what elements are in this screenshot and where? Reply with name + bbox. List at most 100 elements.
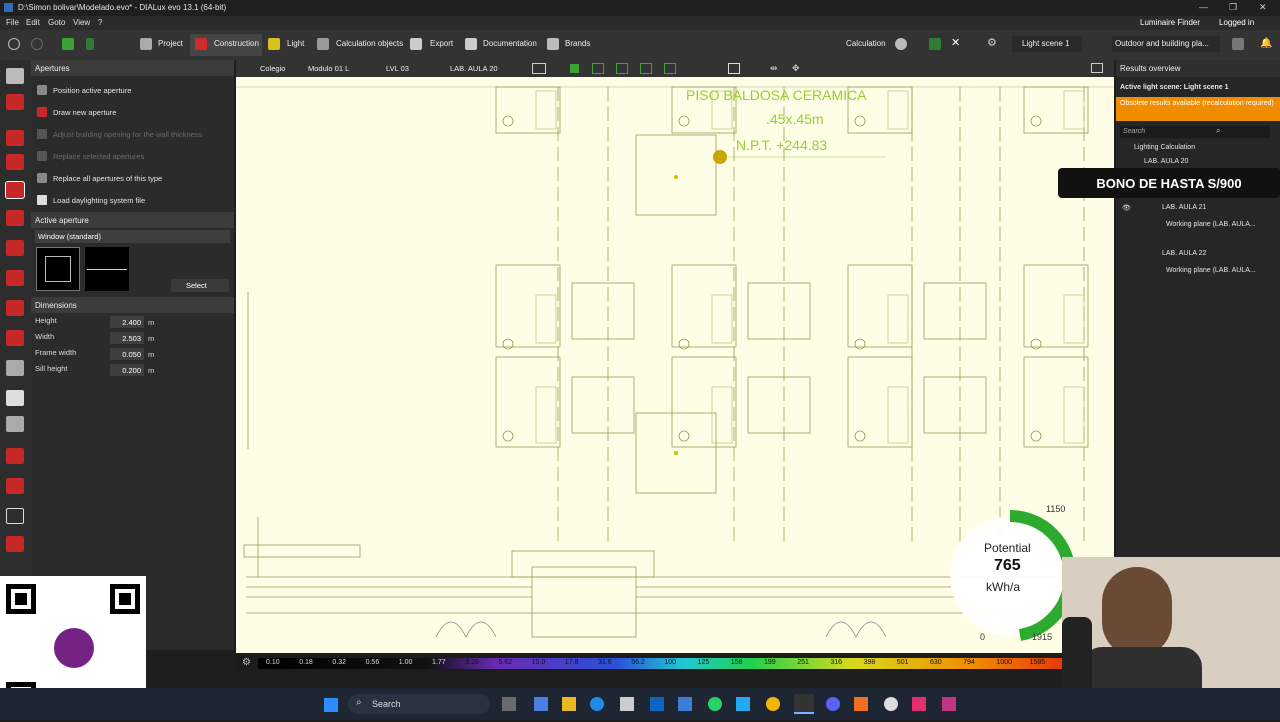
tool-icon-14[interactable] <box>6 448 24 464</box>
calc-mode-icon[interactable] <box>895 38 907 50</box>
gear-icon[interactable]: ⚙ <box>987 36 999 49</box>
frame-width-input[interactable]: 0.050 <box>110 348 144 360</box>
view-icon-1[interactable] <box>570 64 579 73</box>
draw-new-aperture[interactable]: Draw new aperture <box>35 104 116 120</box>
tool-icon-17[interactable] <box>6 536 24 552</box>
menu-file[interactable]: File <box>6 18 19 27</box>
tab-light[interactable]: Light <box>287 39 304 48</box>
tool-icon-10[interactable] <box>6 330 24 346</box>
lighting-calc-label[interactable]: Lighting Calculation <box>1134 144 1195 151</box>
result-row-aula22[interactable]: LAB. AULA 22 <box>1162 250 1206 257</box>
tab-construction[interactable]: Construction <box>214 39 259 48</box>
aperture-tool-icon[interactable] <box>5 181 25 199</box>
outdoor-dropdown[interactable]: Outdoor and building pla... <box>1115 39 1209 48</box>
level-breadcrumb[interactable]: LVL 03 <box>386 64 409 73</box>
colorbar-settings-icon[interactable]: ⚙ <box>242 657 251 668</box>
tool-icon-4[interactable] <box>6 154 24 170</box>
light-scene-dropdown[interactable]: Light scene 1 <box>1022 39 1070 48</box>
calculation-label[interactable]: Calculation <box>846 39 886 48</box>
back-icon[interactable] <box>8 38 20 50</box>
search-icon[interactable]: ⌕ <box>1216 126 1220 136</box>
height-input[interactable]: 2.400 <box>110 316 144 328</box>
tool-icon-16[interactable] <box>6 508 24 524</box>
app-icon-15[interactable] <box>912 697 926 711</box>
result-row-aula21[interactable]: LAB. AULA 21 <box>1162 204 1206 211</box>
menu-edit[interactable]: Edit <box>26 18 40 27</box>
app-icon-14[interactable] <box>884 697 898 711</box>
tool-icon-13[interactable] <box>6 416 24 432</box>
zoom-fit-icon[interactable] <box>728 63 740 74</box>
start-calc-icon[interactable] <box>929 38 941 50</box>
taskbar-search[interactable]: ⌕ Search <box>348 694 490 714</box>
eye-icon[interactable]: 👁 <box>1122 204 1131 212</box>
tool-icon-12[interactable] <box>6 390 24 406</box>
load-daylighting-file[interactable]: Load daylighting system file <box>35 192 145 208</box>
vscode-icon[interactable] <box>736 697 750 711</box>
undo-icon[interactable] <box>86 38 94 50</box>
tab-calculation-objects[interactable]: Calculation objects <box>336 39 403 48</box>
app-icon-16[interactable] <box>942 697 956 711</box>
logged-in-label[interactable]: Logged in <box>1219 18 1254 27</box>
measure-icon[interactable]: ⇹ <box>770 63 784 74</box>
view-toggle-icon[interactable] <box>1232 38 1244 50</box>
room-breadcrumb[interactable]: LAB. AULA 20 <box>450 64 498 73</box>
menu-help[interactable]: ? <box>98 18 102 27</box>
module-breadcrumb[interactable]: Modulo 01 L <box>308 64 349 73</box>
tool-icon-7[interactable] <box>6 240 24 256</box>
file-explorer-icon[interactable] <box>562 697 576 711</box>
tab-documentation[interactable]: Documentation <box>483 39 537 48</box>
tab-brands[interactable]: Brands <box>565 39 590 48</box>
view-icon-3[interactable] <box>616 63 628 74</box>
tool-icon-8[interactable] <box>6 270 24 286</box>
menu-goto[interactable]: Goto <box>48 18 65 27</box>
app-icon-7[interactable] <box>678 697 692 711</box>
width-input[interactable]: 2.503 <box>110 332 144 344</box>
replace-all-apertures[interactable]: Replace all apertures of this type <box>35 170 162 186</box>
windows-start-icon[interactable] <box>324 698 338 712</box>
tool-icon-6[interactable] <box>6 210 24 226</box>
view-icon-2[interactable] <box>592 63 604 74</box>
dialux-task-icon[interactable] <box>794 694 814 714</box>
app-icon-13[interactable] <box>854 697 868 711</box>
tool-icon-2[interactable] <box>6 94 24 110</box>
active-aperture-value[interactable]: Window (standard) <box>35 230 230 243</box>
forward-icon[interactable] <box>31 38 43 50</box>
chrome-icon[interactable] <box>766 697 780 711</box>
discord-icon[interactable] <box>826 697 840 711</box>
whatsapp-icon[interactable] <box>708 697 722 711</box>
results-search-input[interactable]: Search <box>1120 126 1270 138</box>
tool-icon-9[interactable] <box>6 300 24 316</box>
luminaire-finder-link[interactable]: Luminaire Finder <box>1140 18 1200 27</box>
tool-icon-15[interactable] <box>6 478 24 494</box>
view-icon-5[interactable] <box>664 63 676 74</box>
tab-export[interactable]: Export <box>430 39 453 48</box>
sill-height-input[interactable]: 0.200 <box>110 364 144 376</box>
bell-icon[interactable]: 🔔 <box>1260 38 1272 50</box>
result-row-working-plane-21[interactable]: Working plane (LAB. AULA... <box>1166 221 1256 228</box>
store-icon[interactable] <box>620 697 634 711</box>
position-active-aperture[interactable]: Position active aperture <box>35 82 131 98</box>
tool-icon-3[interactable] <box>6 130 24 146</box>
edge-icon[interactable] <box>590 697 604 711</box>
select-tool-icon[interactable] <box>532 63 546 74</box>
building-breadcrumb[interactable]: Colegio <box>260 64 285 73</box>
outlook-icon[interactable] <box>650 697 664 711</box>
stop-calc-icon[interactable]: ✕ <box>951 36 963 49</box>
menu-view[interactable]: View <box>73 18 90 27</box>
tool-icon-1[interactable] <box>6 68 24 84</box>
select-button[interactable]: Select <box>171 279 229 292</box>
minimize-icon[interactable]: — <box>1199 2 1208 12</box>
fullscreen-icon[interactable] <box>1091 63 1103 73</box>
result-row-working-plane-22[interactable]: Working plane (LAB. AULA... <box>1166 267 1256 274</box>
close-icon[interactable]: ✕ <box>1259 2 1267 13</box>
view-icon-4[interactable] <box>640 63 652 74</box>
tab-project[interactable]: Project <box>158 39 183 48</box>
obsolete-warning[interactable]: Obsolete results available (recalculatio… <box>1116 97 1280 121</box>
move-icon[interactable]: ✥ <box>792 63 806 74</box>
tool-icon-11[interactable] <box>6 360 24 376</box>
result-row-aula20[interactable]: LAB. AULA 20 <box>1144 158 1188 165</box>
copilot-icon[interactable] <box>534 697 548 711</box>
save-icon[interactable] <box>62 38 74 50</box>
maximize-icon[interactable]: ❐ <box>1229 2 1237 13</box>
task-view-icon[interactable] <box>502 697 516 711</box>
